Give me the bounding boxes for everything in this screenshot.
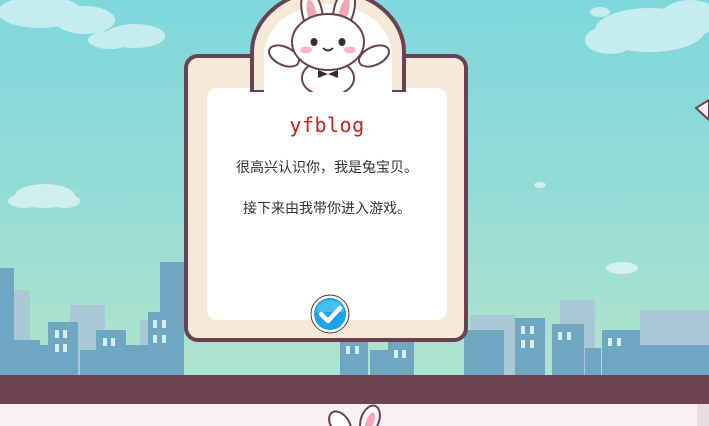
kite-icon xyxy=(694,98,709,122)
intro-dialog: yfblog 很高兴认识你，我是兔宝贝。 接下来由我带你进入游戏。 xyxy=(184,54,468,342)
dialog-line-1: 很高兴认识你，我是兔宝贝。 xyxy=(236,160,418,176)
dialog-line-2: 接下来由我带你进入游戏。 xyxy=(243,201,411,217)
rabbit-mascot-icon xyxy=(250,0,406,92)
game-stage: yfblog 很高兴认识你，我是兔宝贝。 接下来由我带你进入游戏。 xyxy=(0,0,709,426)
ground-strip xyxy=(0,375,709,404)
dialog-content: yfblog 很高兴认识你，我是兔宝贝。 接下来由我带你进入游戏。 xyxy=(207,88,447,320)
dialog-title: yfblog xyxy=(289,113,365,137)
rabbit-ears-icon xyxy=(328,404,381,426)
confirm-button[interactable] xyxy=(310,294,350,334)
check-icon xyxy=(310,294,350,334)
